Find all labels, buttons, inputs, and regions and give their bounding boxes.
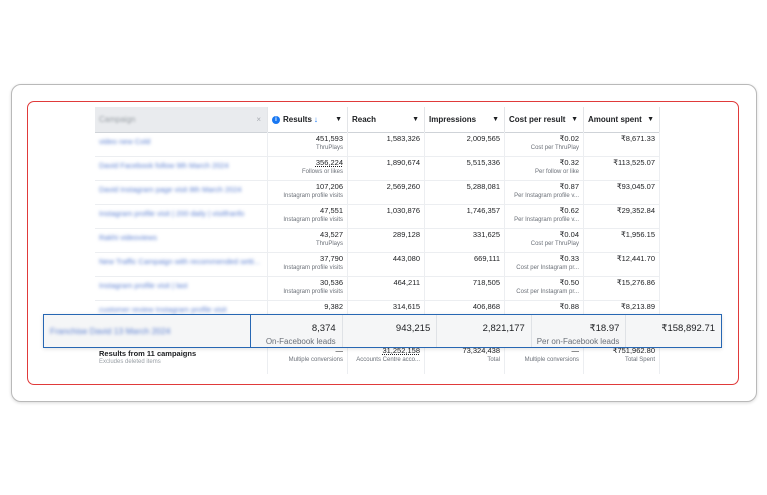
column-header-cost-per-result[interactable]: Cost per result ▼ [505,107,584,132]
footer-cost-per-result: — Multiple conversions [505,344,584,374]
campaign-name[interactable]: New Traffic Campaign with recommended se… [95,252,268,276]
amount-spent-cell: ₹12,441.70 [584,252,660,276]
results-cell: 30,536 Instagram profile visits [268,276,348,300]
impressions-cell: 331,625 [425,228,505,252]
table-row[interactable]: David Facebook follow 9th March 2024 356… [95,156,660,181]
reach-cell: 1,583,326 [348,132,425,156]
column-label: Campaign [99,115,136,124]
amount-spent-cell: ₹15,276.86 [584,276,660,300]
close-icon[interactable]: × [256,115,261,124]
sort-down-icon[interactable]: ↓ [314,115,318,124]
chevron-down-icon[interactable]: ▼ [647,116,654,123]
reach-cell: 1,890,674 [348,156,425,180]
results-cell: 8,374 On-Facebook leads [251,315,343,347]
footer-reach: 31,252,158 Accounts Centre acco... [348,344,425,374]
table-footer-totals: Results from 11 campaigns Excludes delet… [95,344,660,374]
footer-impressions: 73,324,438 Total [425,344,505,374]
footer-subtitle: Excludes deleted items [99,359,161,365]
impressions-cell: 2,009,565 [425,132,505,156]
chevron-down-icon[interactable]: ▼ [492,116,499,123]
chevron-down-icon[interactable]: ▼ [335,116,342,123]
results-cell: 356,224 Follows or likes [268,156,348,180]
impressions-cell: 1,746,357 [425,204,505,228]
column-header-campaign[interactable]: Campaign × [95,107,268,132]
results-cell: 37,790 Instagram profile visits [268,252,348,276]
column-label: Amount spent [588,115,642,124]
column-header-results[interactable]: i Results ↓ ▼ [268,107,348,132]
table-row[interactable]: Instagram profile visit | 200 daily | vi… [95,204,660,229]
amount-spent-cell: ₹113,525.07 [584,156,660,180]
info-icon[interactable]: i [272,115,280,124]
footer-title: Results from 11 campaigns [99,349,197,358]
cost-per-result-cell: ₹0.33 Cost per Instagram pr... [505,252,584,276]
campaign-name[interactable]: David Instagram page visit 8th March 202… [95,180,268,204]
chevron-down-icon[interactable]: ▼ [571,116,578,123]
reach-cell: 289,128 [348,228,425,252]
results-cell: 47,551 Instagram profile visits [268,204,348,228]
table-row[interactable]: Rakhi videoviews 43,527 ThruPlays 289,128… [95,228,660,253]
impressions-cell: 718,505 [425,276,505,300]
table-row[interactable]: New Traffic Campaign with recommended se… [95,252,660,277]
footer-results: — Multiple conversions [268,344,348,374]
impressions-cell: 5,288,081 [425,180,505,204]
reach-cell: 2,569,260 [348,180,425,204]
campaign-name[interactable]: Rakhi videoviews [95,228,268,252]
campaign-name[interactable]: David Facebook follow 9th March 2024 [95,156,268,180]
cost-per-result-cell: ₹0.04 Cost per ThruPlay [505,228,584,252]
amount-spent-cell: ₹158,892.71 [661,323,716,334]
impressions-cell: 5,515,336 [425,156,505,180]
results-cell: 107,206 Instagram profile visits [268,180,348,204]
column-header-reach[interactable]: Reach ▼ [348,107,425,132]
cost-per-result-cell: ₹0.87 Per Instagram profile v... [505,180,584,204]
campaign-name[interactable]: Franchise David 13 March 2024 [44,315,252,347]
table-row[interactable]: video new Cold 451,593 ThruPlays 1,583,32… [95,132,660,157]
column-header-amount-spent[interactable]: Amount spent ▼ [584,107,660,132]
amount-spent-cell: ₹1,956.15 [584,228,660,252]
impressions-cell: 669,111 [425,252,505,276]
reach-cell: 443,080 [348,252,425,276]
table-header: Campaign × i Results ↓ ▼ Reach ▼ Impress… [95,107,660,133]
cost-per-result-cell: ₹0.50 Cost per Instagram pr... [505,276,584,300]
column-label: Results [283,115,312,124]
amount-spent-cell: ₹8,671.33 [584,132,660,156]
results-cell: 43,527 ThruPlays [268,228,348,252]
reach-cell: 943,215 [343,315,438,347]
results-cell: 451,593 ThruPlays [268,132,348,156]
table-row[interactable]: Instagram profile visit | last 30,536 Ins… [95,276,660,301]
campaign-name[interactable]: Instagram profile visit | last [95,276,268,300]
cost-per-result-cell: ₹0.62 Per Instagram profile v... [505,204,584,228]
column-header-impressions[interactable]: Impressions ▼ [425,107,505,132]
chevron-down-icon[interactable]: ▼ [412,116,419,123]
cost-per-result-cell: ₹18.97 Per on-Facebook leads [532,315,627,347]
campaign-name[interactable]: video new Cold [95,132,268,156]
column-label: Impressions [429,115,477,124]
campaign-name[interactable]: Instagram profile visit | 200 daily | vi… [95,204,268,228]
cost-per-result-cell: ₹0.02 Cost per ThruPlay [505,132,584,156]
amount-spent-cell: ₹93,045.07 [584,180,660,204]
footer-summary: Results from 11 campaigns Excludes delet… [95,344,268,374]
highlighted-campaign-row[interactable]: Franchise David 13 March 2024 8,374 On-Fa… [43,314,722,348]
cost-per-result-cell: ₹0.32 Per follow or like [505,156,584,180]
impressions-cell: 2,821,177 [437,315,532,347]
reach-cell: 1,030,876 [348,204,425,228]
footer-amount-spent: ₹751,962.80 Total Spent [584,344,660,374]
amount-spent-cell: ₹29,352.84 [584,204,660,228]
table-row[interactable]: David Instagram page visit 8th March 202… [95,180,660,205]
column-label: Reach [352,115,377,124]
reach-cell: 464,211 [348,276,425,300]
column-label: Cost per result [509,115,566,124]
